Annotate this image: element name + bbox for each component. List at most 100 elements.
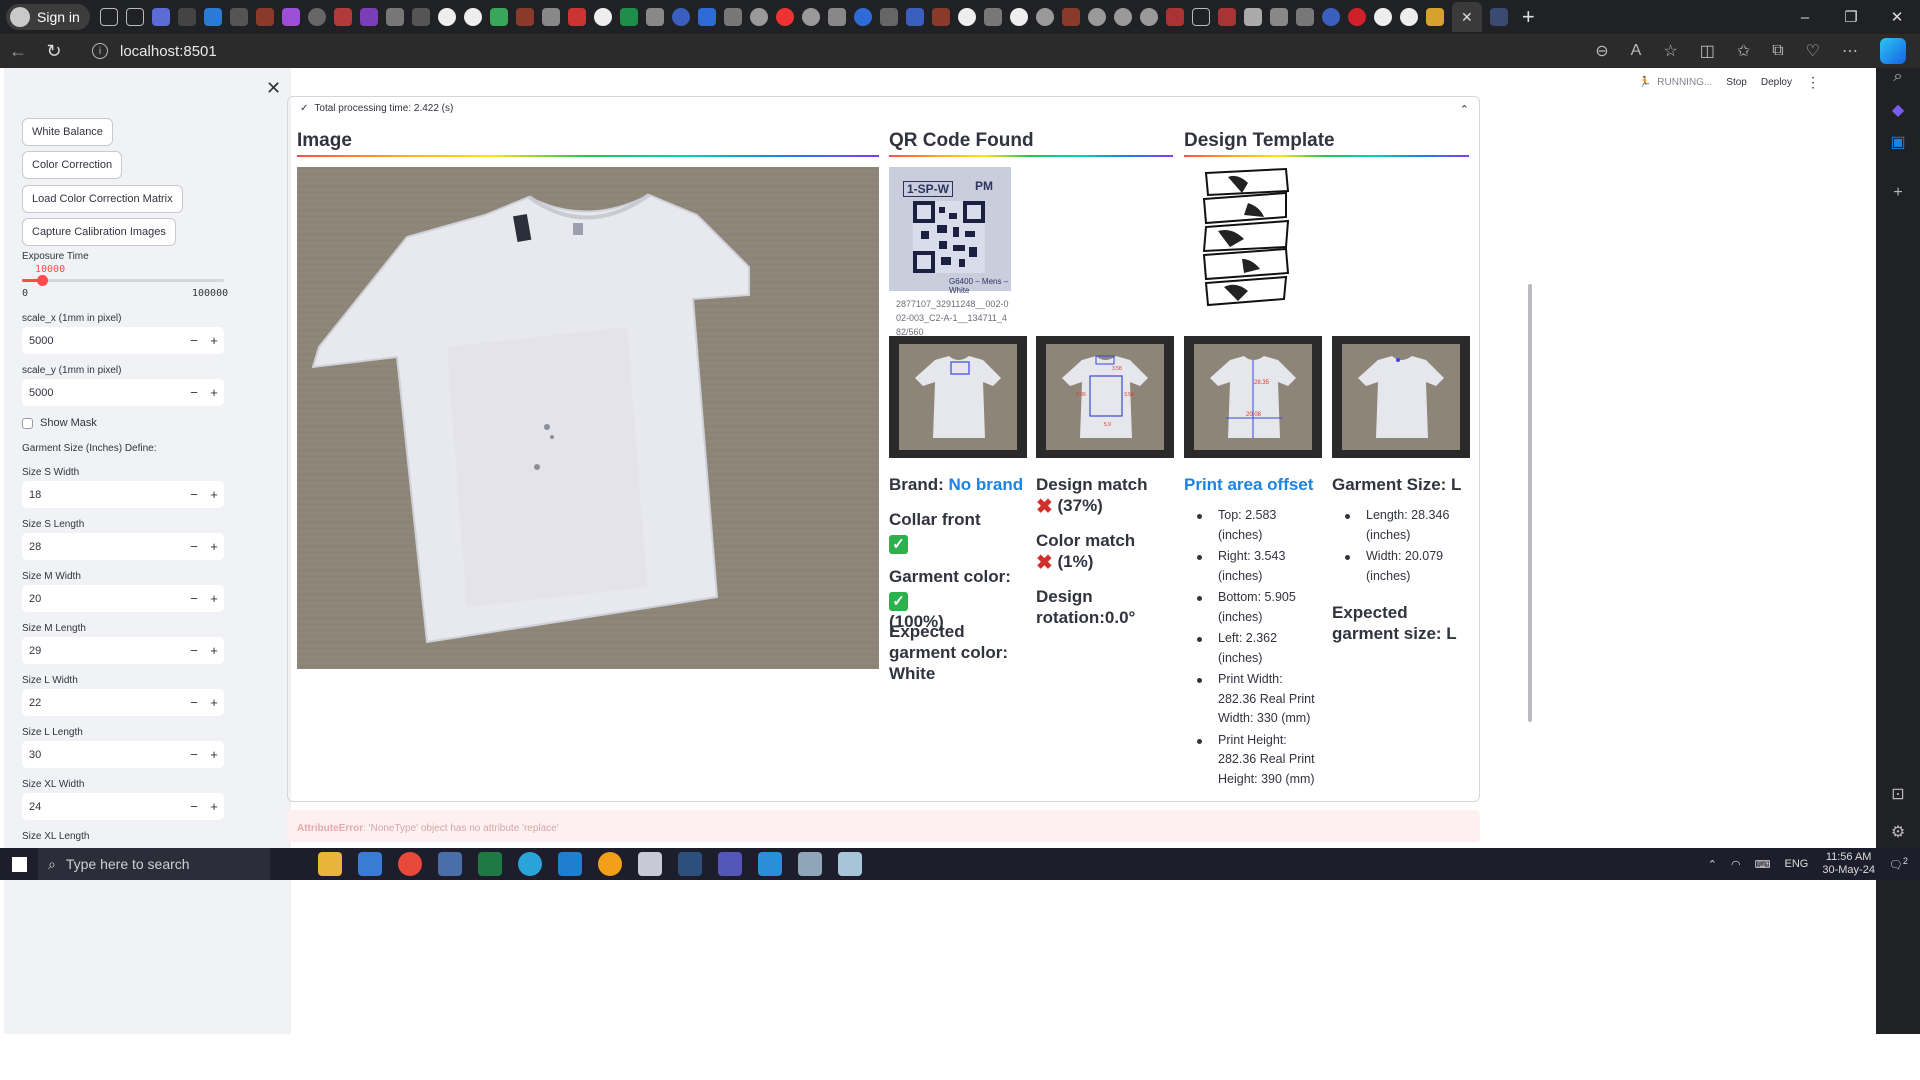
increment-button[interactable]: + [204, 591, 224, 606]
tab-favicon[interactable] [281, 8, 300, 26]
page-scrollbar[interactable] [1528, 284, 1532, 722]
tab-favicon[interactable] [1191, 8, 1210, 26]
chrome-icon[interactable] [398, 852, 422, 876]
store-icon[interactable] [358, 852, 382, 876]
back-icon[interactable]: ← [0, 41, 36, 62]
app-icon[interactable] [678, 852, 702, 876]
tab-favicon[interactable] [307, 8, 326, 26]
url-field[interactable]: i localhost:8501 [92, 43, 217, 60]
tab-favicon[interactable] [1087, 8, 1106, 26]
more-menu-icon[interactable]: ⋯ [1842, 41, 1858, 61]
tab-favicon[interactable] [515, 8, 534, 26]
tab-favicon[interactable] [151, 8, 170, 26]
chevron-up-icon[interactable]: ⌃ [1708, 858, 1717, 871]
tab-favicon[interactable] [723, 8, 742, 26]
deploy-button[interactable]: Deploy [1761, 77, 1792, 88]
copilot-icon[interactable] [1880, 38, 1906, 64]
tab-actions-icon[interactable] [125, 8, 144, 26]
tab-favicon[interactable] [1295, 8, 1314, 26]
decrement-button[interactable]: − [184, 643, 204, 658]
tab-favicon[interactable] [1243, 8, 1262, 26]
site-info-icon[interactable]: i [92, 43, 108, 59]
wordpress-icon[interactable] [671, 8, 690, 26]
increment-button[interactable]: + [204, 539, 224, 554]
excel-icon[interactable] [478, 852, 502, 876]
minimize-icon[interactable]: – [1782, 0, 1828, 34]
tab-favicon[interactable] [1489, 8, 1508, 26]
load-color-correction-matrix-button[interactable]: Load Color Correction Matrix [22, 185, 183, 213]
tab-favicon[interactable] [1425, 8, 1444, 26]
tab-favicon[interactable] [567, 8, 586, 26]
exposure-slider-thumb[interactable] [37, 275, 49, 286]
search-icon[interactable]: ⌕ [1888, 68, 1908, 88]
tab-favicon[interactable] [385, 8, 404, 26]
increment-button[interactable]: + [204, 799, 224, 814]
tab-favicon[interactable] [1217, 8, 1236, 26]
tab-favicon[interactable] [1113, 8, 1132, 26]
favorites-icon[interactable]: ✩ [1737, 41, 1750, 61]
close-window-icon[interactable]: ✕ [1874, 0, 1920, 34]
size-l-width-input[interactable]: 22 − + [22, 689, 224, 716]
size-l-length-input[interactable]: 30 − + [22, 741, 224, 768]
size-s-length-input[interactable]: 28 − + [22, 533, 224, 560]
decrement-button[interactable]: − [184, 487, 204, 502]
chevron-up-icon[interactable]: ⌃ [1460, 103, 1469, 116]
close-sidebar-icon[interactable]: ✕ [266, 78, 281, 99]
tab-favicon[interactable] [827, 8, 846, 26]
increment-button[interactable]: + [204, 747, 224, 762]
github-icon[interactable] [1009, 8, 1028, 26]
tab-favicon[interactable] [1165, 8, 1184, 26]
collections-icon[interactable]: ⧉ [1772, 42, 1783, 60]
decrement-button[interactable]: − [184, 333, 204, 348]
sidebar-screenshot-icon[interactable]: ⊡ [1888, 784, 1908, 804]
tab-favicon[interactable] [203, 8, 222, 26]
teams-icon[interactable] [718, 852, 742, 876]
increment-button[interactable]: + [204, 385, 224, 400]
capture-calibration-images-button[interactable]: Capture Calibration Images [22, 218, 176, 246]
increment-button[interactable]: + [204, 333, 224, 348]
github-icon[interactable] [593, 8, 612, 26]
tab-favicon[interactable] [1269, 8, 1288, 26]
scale-x-input[interactable]: 5000 − + [22, 327, 224, 354]
chrome-icon[interactable] [957, 8, 976, 26]
restore-icon[interactable]: ❐ [1828, 0, 1874, 34]
profile-signin-button[interactable]: Sign in [6, 4, 90, 30]
tab-favicon[interactable] [749, 8, 768, 26]
add-side-app-icon[interactable]: + [1888, 184, 1908, 204]
zoom-icon[interactable]: ⊖ [1595, 41, 1608, 61]
decrement-button[interactable]: − [184, 591, 204, 606]
github-icon[interactable] [463, 8, 482, 26]
app-icon[interactable] [598, 852, 622, 876]
size-s-width-input[interactable]: 18 − + [22, 481, 224, 508]
language-indicator[interactable]: ENG [1785, 858, 1809, 870]
increment-button[interactable]: + [204, 695, 224, 710]
wordpress-icon[interactable] [1321, 8, 1340, 26]
tab-favicon[interactable] [1035, 8, 1054, 26]
decrement-button[interactable]: − [184, 799, 204, 814]
scale-y-input[interactable]: 5000 − + [22, 379, 224, 406]
app-icon[interactable] [638, 852, 662, 876]
chrome-icon[interactable] [1373, 8, 1392, 26]
active-tab-close-icon[interactable]: ✕ [1451, 2, 1482, 32]
color-correction-button[interactable]: Color Correction [22, 151, 123, 179]
new-tab-icon[interactable]: + [1522, 4, 1535, 30]
tab-favicon[interactable] [333, 8, 352, 26]
decrement-button[interactable]: − [184, 385, 204, 400]
tab-favicon[interactable] [983, 8, 1002, 26]
tab-favicon[interactable] [1061, 8, 1080, 26]
tab-favicon[interactable] [645, 8, 664, 26]
file-explorer-icon[interactable] [318, 852, 342, 876]
browser-essentials-icon[interactable]: ♡ [1806, 41, 1820, 61]
windows-start-icon[interactable] [0, 856, 38, 872]
exposure-slider[interactable] [22, 275, 224, 286]
tab-favicon[interactable] [359, 8, 378, 26]
expander-header[interactable]: ✓ Total processing time: 2.422 (s) [300, 103, 453, 114]
favorite-star-icon[interactable]: ☆ [1663, 41, 1677, 61]
wifi-icon[interactable]: ◠ [1731, 858, 1741, 871]
tab-favicon[interactable] [1347, 8, 1366, 26]
increment-button[interactable]: + [204, 487, 224, 502]
tab-favicon[interactable] [1139, 8, 1158, 26]
stop-button[interactable]: Stop [1726, 77, 1747, 88]
tab-favicon[interactable] [541, 8, 560, 26]
tab-favicon[interactable] [411, 8, 430, 26]
